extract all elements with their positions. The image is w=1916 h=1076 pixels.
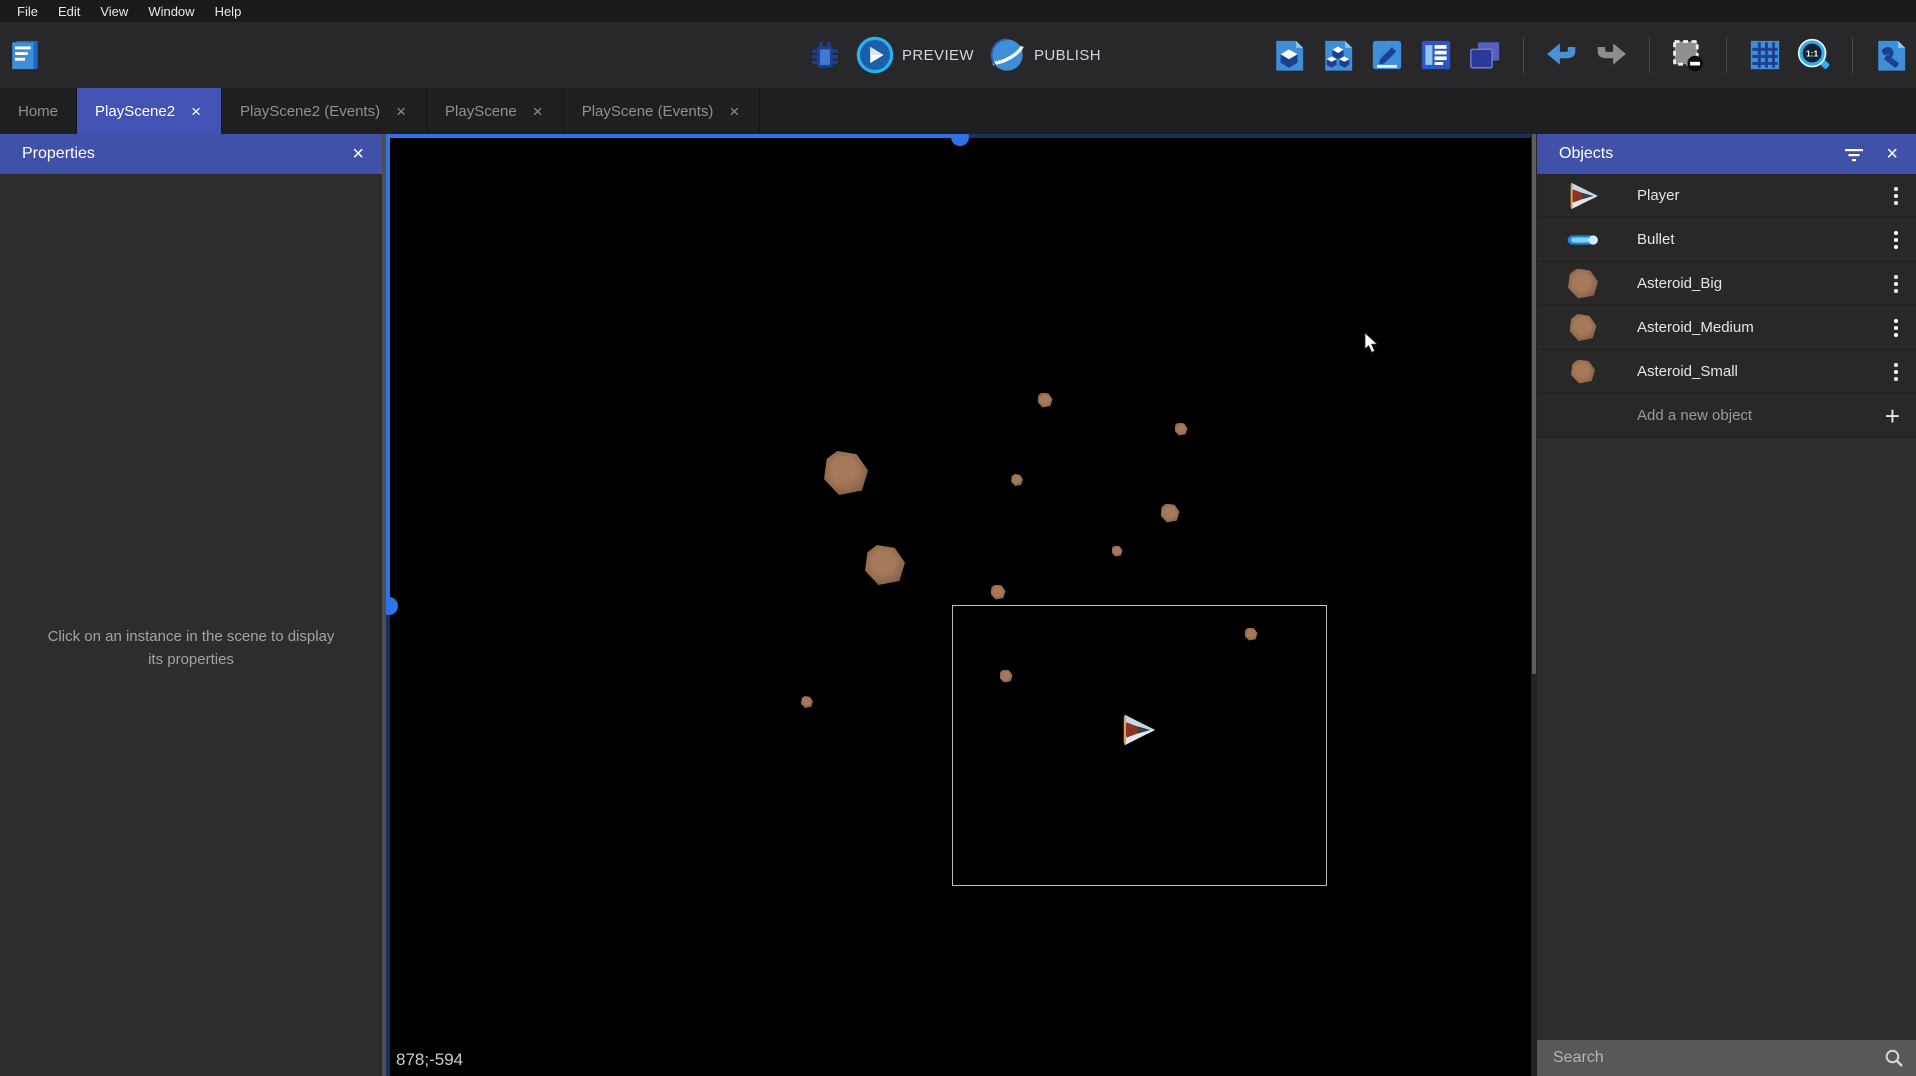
toolbar-separator (1523, 37, 1524, 73)
properties-pencil-icon[interactable] (1370, 38, 1404, 72)
tab-label: PlayScene2 (95, 103, 175, 120)
debug-bug-icon[interactable] (808, 38, 842, 72)
toolbar-separator (1726, 37, 1727, 73)
menu-item-file[interactable]: File (8, 2, 47, 21)
objects-search-bar (1537, 1040, 1916, 1076)
tab-label: PlayScene (Events) (582, 103, 714, 120)
player-ship-instance[interactable] (1119, 713, 1157, 752)
objects-list: Player Bullet Asteroid_Big Asteroid_Medium A… (1537, 174, 1916, 1076)
object-name: Player (1637, 187, 1890, 204)
menu-item-window[interactable]: Window (139, 2, 203, 21)
publish-button[interactable]: PUBLISH (988, 36, 1101, 74)
tab-playscene2[interactable]: PlayScene2 × (77, 88, 222, 134)
ship-icon (1561, 178, 1605, 214)
asteroid-big-icon (1561, 266, 1605, 302)
object-groups-editor-icon[interactable] (1321, 38, 1355, 72)
objects-search-input[interactable] (1553, 1049, 1884, 1067)
tab-label: Home (18, 103, 58, 120)
tab-close-icon[interactable]: × (531, 103, 545, 120)
mouse-cursor (1362, 332, 1382, 354)
asteroid-instance-small[interactable] (1038, 393, 1053, 408)
object-row-asteroid-big[interactable]: Asteroid_Big (1537, 262, 1916, 306)
objects-editor-icon[interactable] (1272, 38, 1306, 72)
tab-close-icon[interactable]: × (727, 103, 741, 120)
tab-label: PlayScene2 (Events) (240, 103, 380, 120)
project-settings-wrench-icon[interactable] (1874, 38, 1908, 72)
layers-icon[interactable] (1468, 38, 1502, 72)
object-menu-icon[interactable] (1890, 183, 1902, 209)
object-menu-icon[interactable] (1890, 271, 1902, 297)
render-mask-icon[interactable] (1671, 38, 1705, 72)
objects-panel: Objects × Player Bullet Asteroid_Big Astero… (1537, 134, 1916, 1076)
tab-close-icon[interactable]: × (189, 103, 203, 120)
cursor-coordinates: 878;-594 (396, 1050, 463, 1070)
plus-icon[interactable]: + (1885, 403, 1900, 429)
toolbar-separator (1852, 37, 1853, 73)
properties-panel-header: Properties × (0, 134, 382, 174)
preview-label: PREVIEW (902, 47, 974, 64)
object-menu-icon[interactable] (1890, 315, 1902, 341)
grid-icon[interactable] (1748, 38, 1782, 72)
object-name: Asteroid_Medium (1637, 319, 1890, 336)
object-row-player[interactable]: Player (1537, 174, 1916, 218)
tab-bar: HomePlayScene2×PlayScene2 (Events)×PlayS… (0, 88, 1916, 134)
scene-canvas[interactable]: 878;-594 (386, 134, 1531, 1076)
object-row-bullet[interactable]: Bullet (1537, 218, 1916, 262)
object-row-asteroid-medium[interactable]: Asteroid_Medium (1537, 306, 1916, 350)
menu-item-view[interactable]: View (91, 2, 137, 21)
object-menu-icon[interactable] (1890, 359, 1902, 385)
asteroid-instance-small[interactable] (1112, 546, 1123, 557)
add-object-button[interactable]: Add a new object+ (1537, 394, 1916, 438)
asteroid-instance-big[interactable] (824, 451, 868, 495)
scene-h-scrollbar-thumb[interactable] (951, 134, 969, 146)
preview-button[interactable]: PREVIEW (856, 36, 974, 74)
publish-label: PUBLISH (1034, 47, 1101, 64)
asteroid-instance-medium[interactable] (1161, 504, 1180, 523)
tab-playscene2-events[interactable]: PlayScene2 (Events) × (222, 88, 427, 134)
tab-playscene[interactable]: PlayScene × (427, 88, 564, 134)
toolbar-separator (1649, 37, 1650, 73)
asteroid-instance-small[interactable] (1011, 474, 1023, 486)
properties-panel-title: Properties (22, 145, 348, 163)
menu-bar: FileEditViewWindowHelp (0, 0, 1916, 22)
redo-icon[interactable] (1594, 38, 1628, 72)
project-manager-icon[interactable] (8, 38, 42, 72)
tab-label: PlayScene (445, 103, 517, 120)
object-menu-icon[interactable] (1890, 227, 1902, 253)
properties-empty-message: Click on an instance in the scene to dis… (0, 626, 382, 671)
asteroid-instance-small[interactable] (1175, 423, 1188, 436)
properties-close-icon[interactable]: × (348, 143, 368, 166)
menu-item-help[interactable]: Help (206, 2, 251, 21)
object-name: Asteroid_Small (1637, 363, 1890, 380)
asteroid-instance-small[interactable] (801, 696, 813, 708)
svg-text:1:1: 1:1 (1806, 48, 1819, 58)
main-toolbar: PREVIEW PUBLISH (0, 22, 1916, 88)
object-row-asteroid-small[interactable]: Asteroid_Small (1537, 350, 1916, 394)
tab-home[interactable]: Home (0, 88, 77, 134)
menu-item-edit[interactable]: Edit (49, 2, 89, 21)
search-icon (1884, 1048, 1904, 1068)
asteroid-small-icon (1561, 354, 1605, 390)
filter-icon[interactable] (1844, 146, 1864, 162)
undo-icon[interactable] (1545, 38, 1579, 72)
properties-panel: Properties × Click on an instance in the… (0, 134, 382, 1076)
tab-close-icon[interactable]: × (394, 103, 408, 120)
tab-playscene-events[interactable]: PlayScene (Events) × (564, 88, 761, 134)
scene-right-scrollbar-thumb[interactable] (1532, 134, 1536, 674)
objects-panel-title: Objects (1559, 145, 1844, 163)
instances-list-icon[interactable] (1419, 38, 1453, 72)
app-root: FileEditViewWindowHelp (0, 0, 1916, 1076)
objects-close-icon[interactable]: × (1882, 143, 1902, 166)
zoom-1-1-icon[interactable]: 1:1 (1797, 38, 1831, 72)
object-name: Asteroid_Big (1637, 275, 1890, 292)
asteroid-instance-big[interactable] (865, 545, 905, 585)
add-object-label: Add a new object (1637, 407, 1885, 424)
asteroid-medium-icon (1561, 310, 1605, 346)
scene-v-scrollbar-thumb[interactable] (386, 597, 398, 615)
bullet-icon (1561, 222, 1605, 258)
object-name: Bullet (1637, 231, 1890, 248)
asteroid-instance-small[interactable] (991, 585, 1006, 600)
objects-panel-header: Objects × (1537, 134, 1916, 174)
